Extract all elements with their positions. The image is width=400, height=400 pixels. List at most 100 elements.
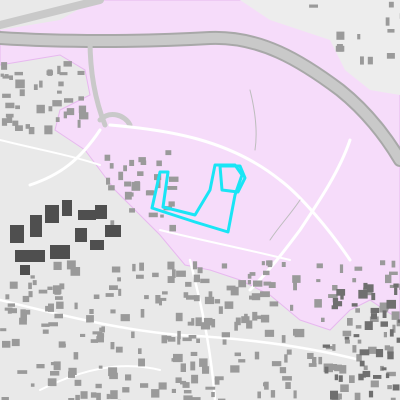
building bbox=[30, 275, 35, 279]
building bbox=[15, 79, 25, 89]
building bbox=[388, 1, 394, 8]
building bbox=[230, 286, 239, 296]
building bbox=[175, 312, 183, 322]
building bbox=[110, 309, 116, 314]
building bbox=[339, 264, 344, 273]
building bbox=[38, 289, 48, 294]
building bbox=[355, 308, 360, 313]
map-canvas[interactable] bbox=[0, 0, 400, 400]
building bbox=[137, 171, 144, 176]
building bbox=[292, 275, 301, 283]
building bbox=[238, 280, 247, 288]
building bbox=[28, 282, 32, 290]
building bbox=[2, 93, 11, 98]
building bbox=[78, 105, 87, 114]
building bbox=[352, 345, 357, 353]
building bbox=[36, 104, 45, 114]
building bbox=[166, 335, 172, 340]
building bbox=[47, 378, 57, 387]
building bbox=[122, 387, 130, 393]
building bbox=[168, 201, 175, 207]
building bbox=[7, 307, 12, 314]
building bbox=[2, 75, 12, 79]
building bbox=[286, 349, 292, 355]
building bbox=[385, 373, 390, 379]
building bbox=[394, 287, 398, 295]
building bbox=[131, 331, 135, 339]
building bbox=[120, 314, 130, 322]
building bbox=[199, 358, 208, 367]
building bbox=[193, 295, 200, 302]
building bbox=[41, 323, 50, 327]
building bbox=[221, 332, 230, 338]
building bbox=[381, 367, 387, 371]
building bbox=[111, 266, 121, 273]
industrial-building bbox=[105, 225, 121, 237]
building bbox=[77, 70, 85, 75]
industrial-building bbox=[90, 240, 104, 250]
building bbox=[389, 271, 398, 275]
building bbox=[234, 352, 241, 357]
building bbox=[55, 296, 63, 300]
building bbox=[349, 375, 355, 383]
building bbox=[58, 81, 64, 87]
building bbox=[392, 384, 400, 391]
building bbox=[269, 301, 279, 307]
building bbox=[246, 320, 253, 329]
building bbox=[353, 334, 360, 338]
building bbox=[129, 159, 135, 166]
building bbox=[140, 383, 149, 388]
building bbox=[380, 260, 386, 266]
building bbox=[73, 352, 79, 360]
building bbox=[344, 336, 350, 340]
industrial-building bbox=[62, 200, 72, 216]
building bbox=[33, 84, 38, 90]
building bbox=[370, 380, 379, 388]
building bbox=[284, 354, 288, 363]
building bbox=[336, 289, 346, 296]
building bbox=[68, 367, 77, 375]
building bbox=[391, 311, 400, 320]
building bbox=[263, 281, 272, 286]
building bbox=[322, 344, 330, 348]
building bbox=[48, 303, 54, 312]
building bbox=[1, 118, 8, 126]
building bbox=[192, 261, 198, 270]
building bbox=[293, 282, 297, 291]
building bbox=[190, 361, 196, 371]
building bbox=[0, 328, 7, 332]
building bbox=[314, 299, 322, 308]
building bbox=[132, 263, 136, 272]
building bbox=[271, 361, 282, 367]
building bbox=[334, 374, 338, 381]
building bbox=[32, 280, 37, 286]
building bbox=[359, 349, 370, 356]
building bbox=[90, 392, 97, 398]
building bbox=[221, 263, 228, 269]
building bbox=[357, 339, 362, 344]
building bbox=[352, 278, 357, 283]
building bbox=[238, 359, 246, 363]
building bbox=[387, 385, 392, 390]
building bbox=[66, 108, 75, 116]
building bbox=[5, 102, 15, 109]
building bbox=[351, 303, 358, 307]
building bbox=[266, 260, 273, 266]
industrial-building bbox=[78, 210, 96, 220]
building bbox=[2, 340, 11, 348]
map-view[interactable] bbox=[0, 0, 400, 400]
building bbox=[169, 176, 179, 182]
building bbox=[79, 112, 89, 120]
building bbox=[260, 291, 270, 298]
building bbox=[104, 154, 111, 161]
building bbox=[180, 380, 187, 385]
building bbox=[124, 181, 132, 187]
industrial-building bbox=[30, 215, 42, 237]
building bbox=[389, 329, 394, 337]
building bbox=[136, 274, 144, 279]
building bbox=[324, 366, 329, 374]
building bbox=[148, 212, 158, 218]
building bbox=[321, 317, 325, 322]
building bbox=[160, 214, 164, 218]
building bbox=[95, 383, 102, 389]
